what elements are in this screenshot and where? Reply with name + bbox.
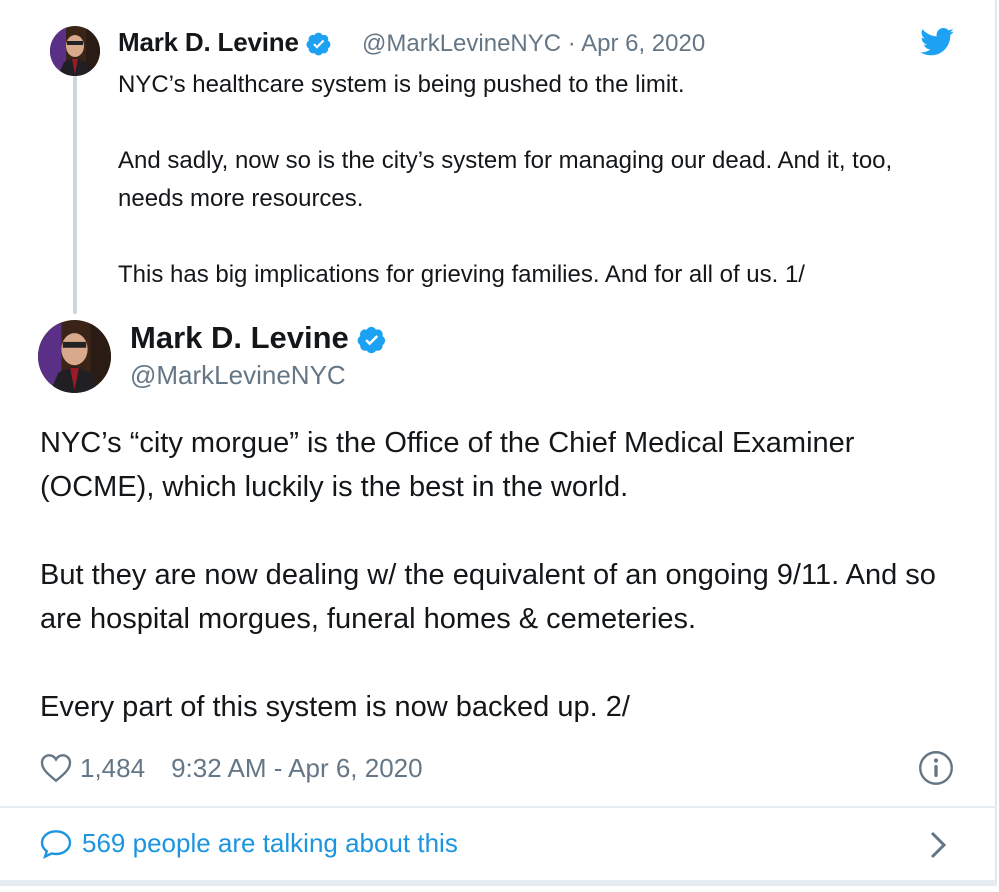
verified-badge-icon xyxy=(306,32,331,56)
chevron-right-icon[interactable] xyxy=(928,830,948,860)
twitter-bird-icon[interactable] xyxy=(920,28,954,56)
main-author-name[interactable]: Mark D. Levine xyxy=(130,320,387,356)
tweet-paragraph: But they are now dealing w/ the equivale… xyxy=(40,559,936,635)
heart-icon[interactable] xyxy=(40,753,72,783)
tweet-paragraph: This has big implications for grieving f… xyxy=(118,261,805,288)
tweet-footer: 1,484 9:32 AM - Apr 6, 2020 xyxy=(40,748,423,788)
avatar[interactable] xyxy=(38,320,111,393)
divider xyxy=(0,806,997,808)
quoted-tweet-meta: @MarkLevineNYC · Apr 6, 2020 xyxy=(362,30,705,58)
like-count[interactable]: 1,484 xyxy=(80,753,145,784)
main-tweet-text: NYC’s “city morgue” is the Office of the… xyxy=(40,421,970,729)
tweet-embed-card: Mark D. Levine @MarkLevineNYC · Apr 6, 2… xyxy=(0,0,997,886)
avatar[interactable] xyxy=(50,26,100,76)
tweet-timestamp[interactable]: 9:32 AM - Apr 6, 2020 xyxy=(171,753,423,784)
author-name-text: Mark D. Levine xyxy=(118,27,299,57)
speech-bubble-icon xyxy=(40,829,72,859)
author-name-text: Mark D. Levine xyxy=(130,320,349,355)
info-icon[interactable] xyxy=(918,750,954,786)
tweet-paragraph: NYC’s healthcare system is being pushed … xyxy=(118,71,685,98)
quoted-date[interactable]: Apr 6, 2020 xyxy=(581,30,705,57)
main-handle[interactable]: @MarkLevineNYC xyxy=(130,360,346,391)
conversation-label: 569 people are talking about this xyxy=(82,828,458,858)
conversation-link[interactable]: 569 people are talking about this xyxy=(40,828,458,859)
verified-badge-icon xyxy=(358,326,386,353)
tweet-paragraph: And sadly, now so is the city’s system f… xyxy=(118,147,893,212)
tweet-paragraph: Every part of this system is now backed … xyxy=(40,691,630,723)
quoted-author-name[interactable]: Mark D. Levine xyxy=(118,27,332,58)
quoted-tweet-text: NYC’s healthcare system is being pushed … xyxy=(118,66,958,294)
tweet-paragraph: NYC’s “city morgue” is the Office of the… xyxy=(40,427,855,503)
thread-connector-line xyxy=(73,76,77,314)
meta-separator: · xyxy=(567,30,576,57)
quoted-handle[interactable]: @MarkLevineNYC xyxy=(362,30,561,57)
